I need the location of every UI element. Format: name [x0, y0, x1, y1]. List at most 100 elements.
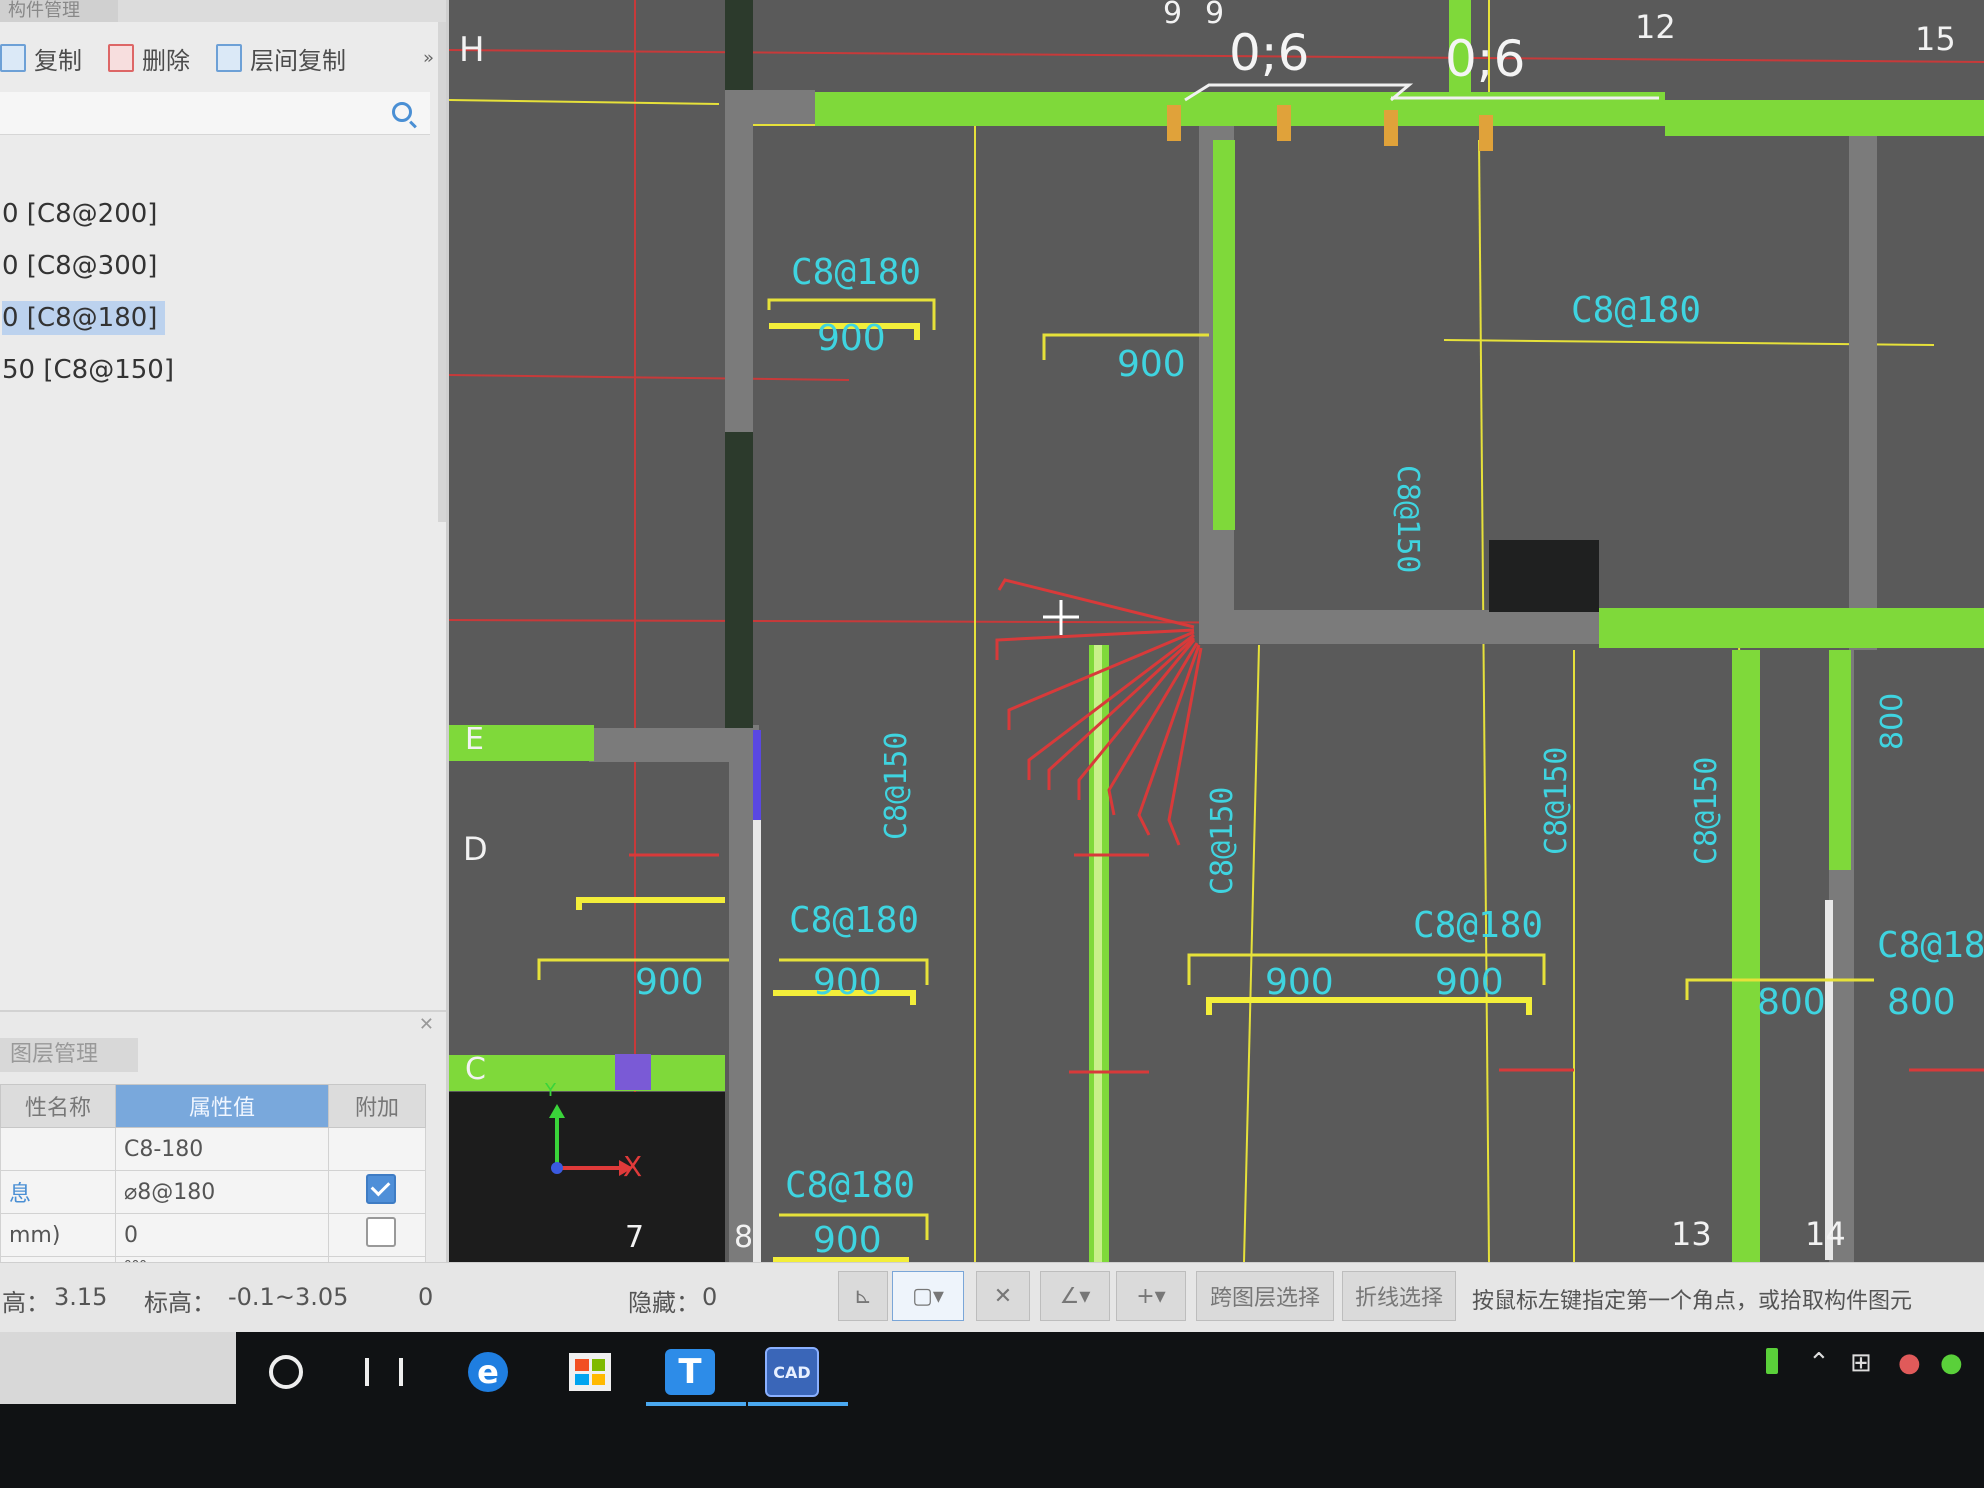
dark-panel — [725, 432, 753, 728]
hidden-count: 0 — [702, 1283, 718, 1311]
axis-label-h: H — [459, 30, 485, 70]
column-number: 15 — [1915, 20, 1956, 58]
glodon-app-icon[interactable]: T — [646, 1344, 746, 1406]
delete-icon — [108, 44, 134, 72]
extra-checkbox[interactable] — [365, 1217, 396, 1247]
beam-highlight — [1094, 645, 1102, 1262]
header-value: 属性值 — [115, 1084, 329, 1128]
rebar-label[interactable]: C8@180 — [1413, 905, 1543, 946]
property-value[interactable]: C8-180 — [115, 1127, 329, 1171]
scrollbar[interactable] — [438, 22, 446, 522]
store-icon[interactable] — [560, 1344, 620, 1400]
rebar-label[interactable]: C8@180 — [785, 1165, 915, 1206]
cortana-icon[interactable] — [256, 1344, 316, 1400]
rebar-label[interactable]: C8@180 — [1877, 925, 1984, 966]
dimension-text: 0;6 — [1445, 30, 1526, 88]
status-zero: 0 — [418, 1283, 434, 1311]
span-label: 900 — [1265, 962, 1334, 1003]
layer-panel-title[interactable]: 图层管理 — [0, 1038, 138, 1072]
cross-icon[interactable]: ✕ — [976, 1271, 1030, 1321]
header-name: 性名称 — [0, 1084, 116, 1128]
rebar-label-vertical[interactable]: C8@150 — [1390, 465, 1425, 573]
select-box-icon[interactable]: ▢▾ — [892, 1271, 964, 1321]
dark-panel — [725, 0, 753, 90]
search-input[interactable] — [0, 92, 430, 135]
table-row: 息 ⌀8@180 — [0, 1170, 426, 1214]
component-panel: 构件管理 复制 删除 层间复制 » 0 [C8@200] 0 [C8@300] … — [0, 0, 449, 1274]
rebar-label-vertical[interactable]: C8@150 — [879, 732, 914, 840]
header-extra: 附加 — [328, 1084, 426, 1128]
cross-floor-select-button[interactable]: 跨图层选择 — [1196, 1271, 1334, 1321]
axis-label-c: C — [465, 1052, 486, 1087]
property-value[interactable]: 0 — [115, 1213, 329, 1257]
snap-icon[interactable]: +▾ — [1116, 1271, 1186, 1321]
angle-icon[interactable]: ∠▾ — [1040, 1271, 1110, 1321]
floor-copy-label: 层间复制 — [250, 46, 346, 75]
delete-button[interactable]: 删除 — [108, 41, 190, 76]
extra-checkbox[interactable] — [365, 1174, 396, 1204]
floor-copy-icon — [216, 44, 242, 72]
table-row: mm) 0 — [0, 1213, 426, 1257]
wall-marker — [753, 730, 761, 820]
floor-height-label: 高： — [2, 1289, 50, 1317]
column-number: 12 — [1635, 8, 1676, 46]
rebar-label[interactable]: C8@180 — [1571, 290, 1701, 331]
more-icon[interactable]: » — [423, 48, 434, 69]
ortho-icon[interactable]: ⊾ — [838, 1271, 888, 1321]
span-label: 900 — [635, 962, 704, 1003]
task-view-icon[interactable] — [354, 1344, 414, 1400]
dimension-text: 0;6 — [1229, 24, 1310, 82]
span-label: 900 — [1435, 962, 1504, 1003]
tab-component-management[interactable]: 构件管理 — [0, 0, 118, 22]
table-row: C8-180 — [0, 1127, 426, 1171]
taskbar-search-area[interactable] — [0, 1332, 236, 1404]
wall-edge — [1825, 900, 1833, 1260]
active-indicator — [646, 1402, 746, 1406]
cad-drawing-canvas[interactable]: H E D C X Y 7 8 9 9 12 13 14 15 0;6 0;6 … — [448, 0, 1984, 1263]
axis-x-label: X — [623, 1150, 643, 1183]
span-label: 800 — [1875, 692, 1910, 750]
span-label: 800 — [1887, 982, 1956, 1023]
search-icon[interactable] — [392, 102, 412, 122]
edge-icon[interactable]: e — [458, 1344, 518, 1400]
column-marker — [615, 1054, 651, 1090]
axis-label-d: D — [463, 830, 488, 868]
delete-label: 删除 — [142, 46, 190, 75]
chevron-up-icon[interactable]: ⌃ — [1808, 1348, 1830, 1378]
rebar-label-vertical[interactable]: C8@150 — [1539, 747, 1574, 855]
battery-icon[interactable] — [1766, 1348, 1778, 1374]
floor-copy-button[interactable]: 层间复制 — [216, 41, 346, 76]
polyline-select-button[interactable]: 折线选择 — [1342, 1271, 1456, 1321]
column-number: 13 — [1671, 1215, 1712, 1253]
axis-y-label: Y — [545, 1080, 556, 1101]
floor-height-value: 3.15 — [54, 1283, 108, 1311]
column-number: 7 — [625, 1220, 645, 1255]
dark-area — [449, 1092, 725, 1262]
span-label: 900 — [1117, 344, 1186, 385]
component-list: 0 [C8@200] 0 [C8@300] 0 [C8@180] 50 [C8@… — [0, 188, 430, 396]
list-item-selected[interactable]: 0 [C8@180] — [0, 292, 430, 344]
column-number: 9 — [1205, 0, 1225, 31]
rebar-label-vertical[interactable]: C8@150 — [1689, 757, 1724, 865]
cad-app-icon[interactable]: CAD — [748, 1344, 848, 1406]
rebar-label-vertical[interactable]: C8@150 — [1205, 787, 1240, 895]
close-icon[interactable]: ✕ — [419, 1014, 434, 1035]
span-label: 800 — [1757, 982, 1826, 1023]
property-value[interactable]: ⌀8@180 — [115, 1170, 329, 1214]
list-item[interactable]: 0 [C8@200] — [0, 188, 430, 240]
column-number: 9 — [1163, 0, 1183, 31]
cursor-crosshair-icon — [1043, 600, 1079, 635]
tray-app-icon[interactable]: ● — [1898, 1348, 1921, 1378]
wechat-icon[interactable]: ● — [1940, 1348, 1963, 1378]
property-table: 性名称 属性值 附加 C8-180 息 ⌀8@180 mm) 0 00 — [0, 1084, 426, 1274]
elevation-label: 标高： — [144, 1289, 216, 1317]
wall-edge — [753, 820, 761, 1262]
copy-button[interactable]: 复制 — [0, 41, 82, 76]
rebar-label[interactable]: C8@180 — [789, 900, 919, 941]
axis-label-e: E — [465, 722, 484, 757]
list-item[interactable]: 50 [C8@150] — [0, 344, 430, 396]
network-icon[interactable]: ⊞ — [1850, 1348, 1872, 1378]
floor-plan-drawing[interactable] — [448, 0, 1984, 1263]
rebar-label[interactable]: C8@180 — [791, 252, 921, 293]
list-item[interactable]: 0 [C8@300] — [0, 240, 430, 292]
